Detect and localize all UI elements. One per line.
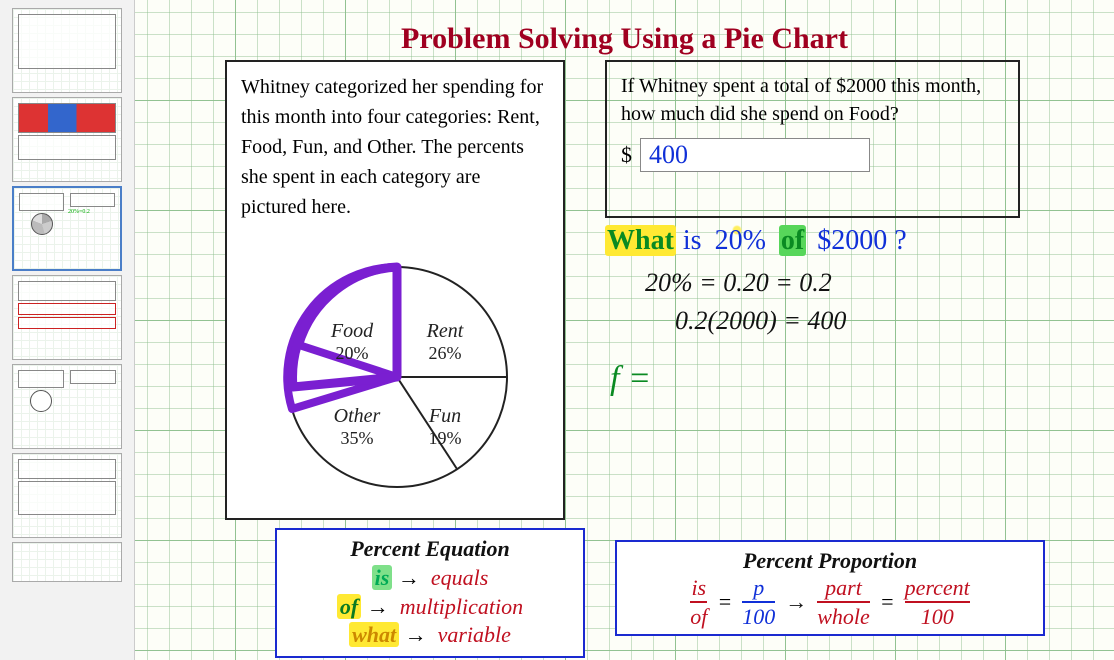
slide-thumb-7[interactable] (12, 542, 122, 582)
currency-symbol: $ (621, 142, 632, 168)
answer-input[interactable] (640, 138, 870, 172)
pie-label-rent: Rent (426, 320, 464, 342)
slide-thumb-3-current[interactable]: 20%=0.2 (12, 186, 122, 271)
handwriting-line-3: 0.2(2000) = 400 (675, 306, 846, 336)
percent-equation-reference: Percent Equation is → equals of → multip… (275, 528, 585, 658)
page-title: Problem Solving Using a Pie Chart (135, 22, 1114, 56)
pie-chart: Food 20% Rent 26% Fun 19% Other 35% (267, 237, 527, 497)
handwriting-line-1: What is 20% of $2000 ? (605, 225, 907, 257)
slide-canvas: Problem Solving Using a Pie Chart Whitne… (135, 0, 1114, 660)
slide-thumb-4[interactable] (12, 275, 122, 360)
problem-box: Whitney categorized her spending for thi… (225, 60, 565, 520)
percent-proportion-reference: Percent Proportion isof = p100 → partwho… (615, 540, 1045, 636)
percent-equation-title: Percent Equation (291, 536, 569, 562)
percent-proportion-title: Percent Proportion (631, 548, 1029, 574)
question-text: If Whitney spent a total of $2000 this m… (621, 72, 1004, 128)
question-box: If Whitney spent a total of $2000 this m… (605, 60, 1020, 218)
pie-pct-food: 20% (336, 343, 369, 363)
slide-thumb-5[interactable] (12, 364, 122, 449)
slide-thumbnail-panel[interactable]: 20%=0.2 (0, 0, 135, 660)
pie-pct-other: 35% (341, 428, 374, 448)
pie-label-fun: Fun (428, 405, 461, 427)
pie-pct-fun: 19% (429, 428, 462, 448)
handwriting-variable-f: f = (610, 360, 651, 398)
slide-thumb-1[interactable] (12, 8, 122, 93)
pie-pct-rent: 26% (429, 343, 462, 363)
handwriting-line-2: 20% = 0.20 = 0.2 (645, 268, 832, 298)
problem-text: Whitney categorized her spending for thi… (241, 72, 549, 222)
slide-thumb-2[interactable] (12, 97, 122, 182)
pie-label-other: Other (334, 405, 381, 427)
pie-label-food: Food (330, 320, 374, 342)
slide-thumb-6[interactable] (12, 453, 122, 538)
